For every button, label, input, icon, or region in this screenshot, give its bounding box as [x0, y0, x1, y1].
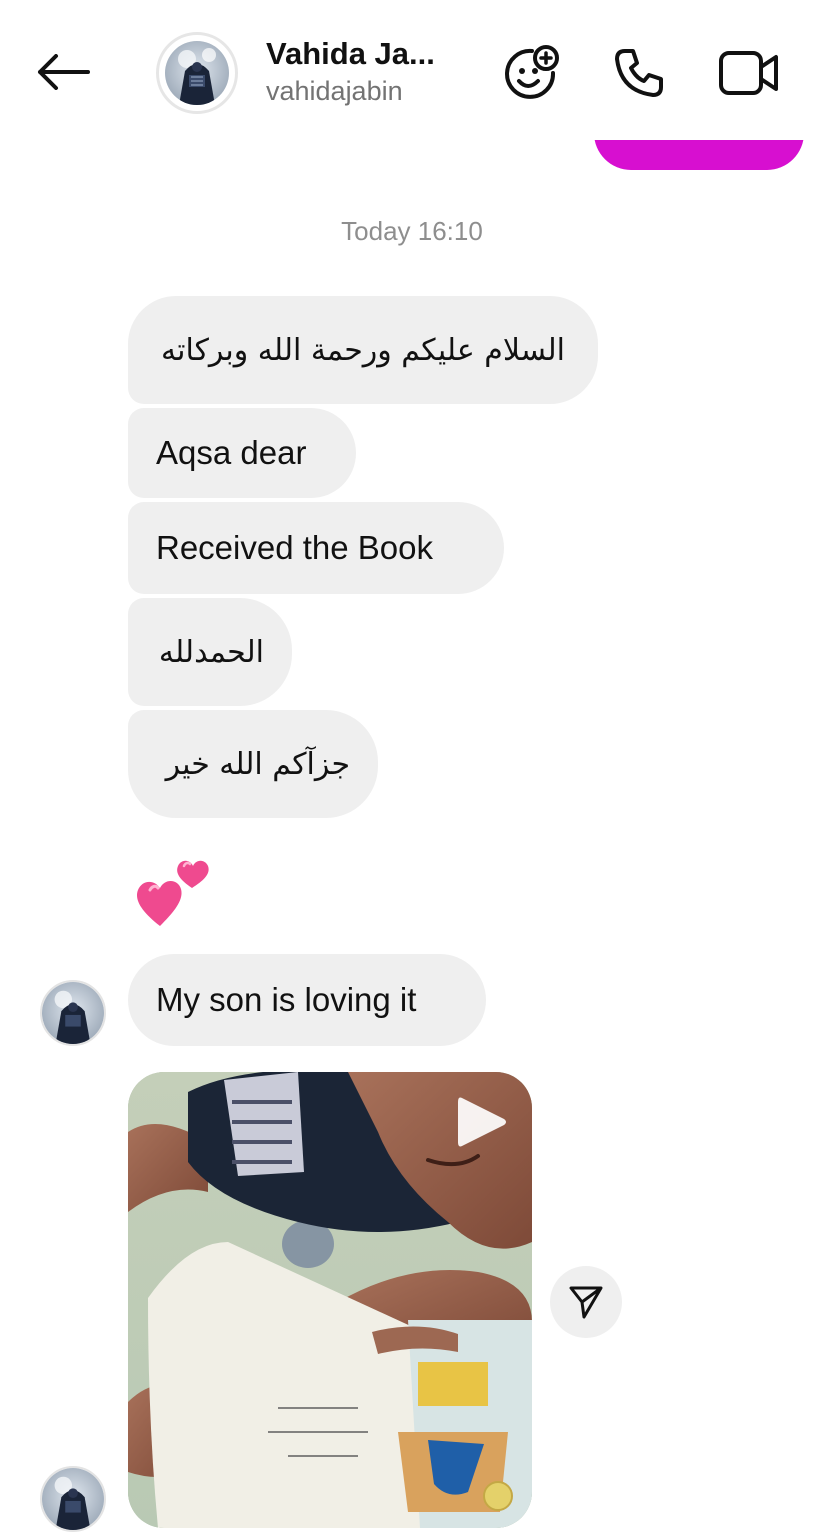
- sender-avatar[interactable]: [40, 980, 106, 1046]
- contact-avatar[interactable]: [156, 32, 238, 114]
- phone-icon: [615, 49, 663, 97]
- voice-call-button[interactable]: [606, 40, 672, 106]
- contact-handle[interactable]: vahidajabin: [266, 76, 403, 107]
- contact-name[interactable]: Vahida Ja...: [266, 36, 435, 72]
- message-text: الحمدلله: [158, 634, 264, 670]
- message-bubble[interactable]: السلام عليكم ورحمة الله وبركاته: [128, 296, 598, 404]
- chat-header: Vahida Ja... vahidajabin: [0, 0, 824, 140]
- back-button[interactable]: [30, 44, 96, 100]
- share-button[interactable]: [550, 1266, 622, 1338]
- sticker-add-icon: [505, 45, 559, 99]
- video-camera-icon: [719, 51, 778, 95]
- message-text: جزآكم الله خير: [165, 746, 350, 782]
- message-bubble[interactable]: Received the Book: [128, 502, 504, 594]
- avatar-image: [165, 41, 229, 105]
- message-text: Received the Book: [156, 529, 434, 566]
- arrow-left-icon: [38, 54, 90, 90]
- send-icon: [569, 1286, 603, 1319]
- message-bubble[interactable]: My son is loving it: [128, 954, 486, 1046]
- message-text: Aqsa dear: [156, 434, 307, 471]
- message-timestamp: Today 16:10: [341, 216, 483, 246]
- play-icon[interactable]: [456, 1094, 508, 1150]
- sender-avatar[interactable]: [40, 1466, 106, 1532]
- message-bubble[interactable]: جزآكم الله خير: [128, 710, 378, 818]
- two-hearts-icon[interactable]: [132, 846, 216, 930]
- message-bubble[interactable]: الحمدلله: [128, 598, 292, 706]
- message-bubble[interactable]: Aqsa dear: [128, 408, 356, 498]
- message-text: السلام عليكم ورحمة الله وبركاته: [161, 332, 565, 368]
- video-call-button[interactable]: [716, 40, 782, 106]
- message-text: My son is loving it: [156, 981, 417, 1018]
- sticker-button[interactable]: [498, 40, 564, 106]
